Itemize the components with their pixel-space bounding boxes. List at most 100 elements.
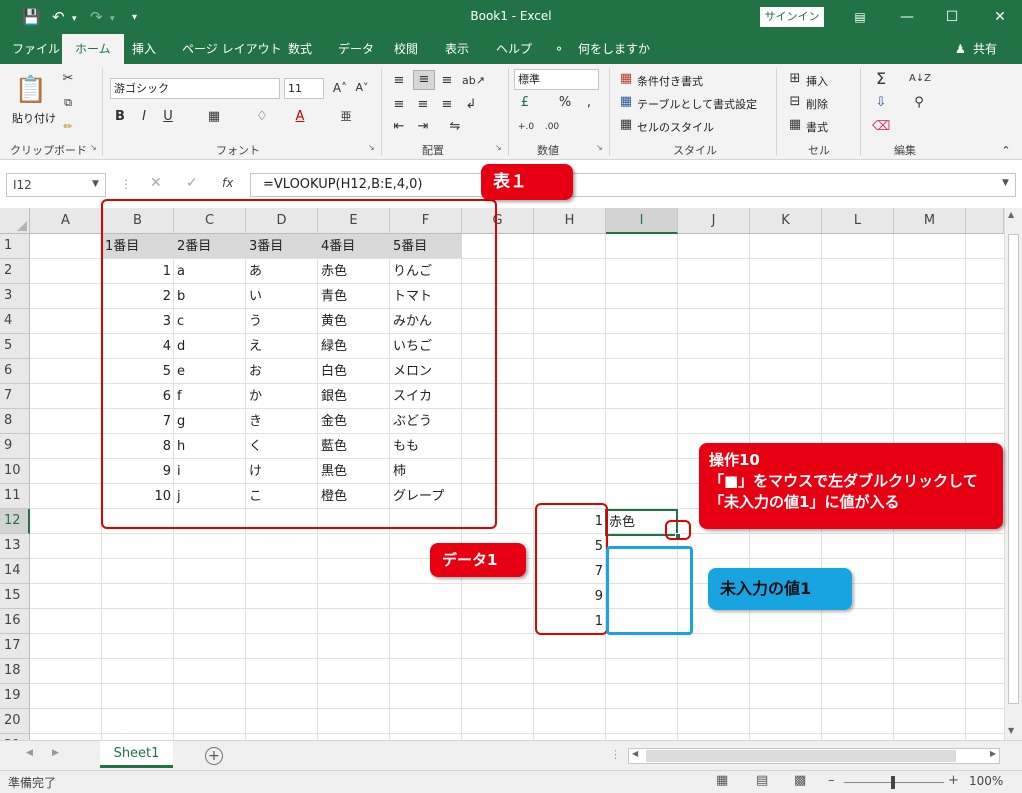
align-middle-icon[interactable]: ≡ <box>413 70 435 90</box>
column-header-h[interactable]: H <box>534 208 606 234</box>
shrink-font-icon[interactable]: A˅ <box>352 79 372 97</box>
row-header-7[interactable]: 7 <box>0 384 30 409</box>
zoom-level[interactable]: 100% <box>969 774 1003 788</box>
format-painter-icon[interactable]: ✏ <box>60 118 76 136</box>
column-header-m[interactable]: M <box>894 208 966 234</box>
row-header-15[interactable]: 15 <box>0 584 30 609</box>
insert-cells-button[interactable]: 挿入 <box>806 73 828 89</box>
row-header-3[interactable]: 3 <box>0 284 30 309</box>
conditional-formatting-button[interactable]: 条件付き書式 <box>637 73 703 89</box>
row-header-2[interactable]: 2 <box>0 259 30 284</box>
column-header-i[interactable]: I <box>606 208 678 234</box>
fill-color-icon[interactable]: ♢ <box>254 108 270 126</box>
clipboard-launcher-icon[interactable]: ↘ <box>90 143 97 152</box>
row-header-1[interactable]: 1 <box>0 234 30 259</box>
name-box-dropdown-icon[interactable]: ▼ <box>92 179 99 189</box>
column-header-j[interactable]: J <box>678 208 750 234</box>
tab-data[interactable]: データ <box>338 34 374 64</box>
maximize-icon[interactable]: ☐ <box>937 6 967 28</box>
delete-cells-icon[interactable]: ⊟ <box>787 93 803 111</box>
cancel-icon[interactable]: ✕ <box>150 175 162 191</box>
zoom-in-icon[interactable]: + <box>948 773 959 788</box>
row-header-16[interactable]: 16 <box>0 609 30 634</box>
tab-split-icon[interactable]: ⋮ <box>610 748 621 761</box>
ribbon-display-icon[interactable]: ▤ <box>845 6 875 28</box>
increase-decimal-icon[interactable]: +.0 <box>516 118 536 136</box>
insert-cells-icon[interactable]: ⊞ <box>787 70 803 88</box>
row-header-6[interactable]: 6 <box>0 359 30 384</box>
tab-formulas[interactable]: 数式 <box>288 34 312 64</box>
row-header-14[interactable]: 14 <box>0 559 30 584</box>
font-launcher-icon[interactable]: ↘ <box>368 143 375 152</box>
zoom-slider-thumb[interactable] <box>891 776 895 789</box>
percent-icon[interactable]: % <box>556 94 574 112</box>
zoom-out-icon[interactable]: – <box>828 773 835 788</box>
row-header-11[interactable]: 11 <box>0 484 30 509</box>
collapse-ribbon-icon[interactable]: ⌃ <box>998 142 1014 160</box>
row-header-4[interactable]: 4 <box>0 309 30 334</box>
format-as-table-icon[interactable]: ▦ <box>618 93 634 111</box>
row-header-17[interactable]: 17 <box>0 634 30 659</box>
alignment-launcher-icon[interactable]: ↘ <box>495 143 502 152</box>
tab-file[interactable]: ファイル <box>12 34 60 64</box>
clear-icon[interactable]: ⌫ <box>872 118 890 136</box>
sort-filter-icon[interactable]: A↓Z <box>908 70 932 88</box>
name-box[interactable]: I12 <box>6 173 106 197</box>
vertical-scroll-thumb[interactable] <box>1008 234 1019 704</box>
grow-font-icon[interactable]: A˄ <box>330 79 350 97</box>
horizontal-scroll-thumb[interactable] <box>646 750 956 762</box>
bold-icon[interactable]: B <box>112 108 128 126</box>
column-header-k[interactable]: K <box>750 208 822 234</box>
autosum-icon[interactable]: Σ <box>872 70 890 88</box>
cell-styles-icon[interactable]: ▦ <box>618 116 634 134</box>
column-header-l[interactable]: L <box>822 208 894 234</box>
copy-icon[interactable]: ⧉ <box>60 94 76 112</box>
italic-icon[interactable]: I <box>136 108 152 126</box>
merge-center-icon[interactable]: ⇋ <box>446 118 464 136</box>
paste-icon[interactable]: 📋 <box>14 72 48 108</box>
row-header-5[interactable]: 5 <box>0 334 30 359</box>
tab-review[interactable]: 校閲 <box>394 34 418 64</box>
minimize-icon[interactable]: — <box>892 6 922 28</box>
close-icon[interactable]: ✕ <box>985 6 1015 28</box>
wrap-text-icon[interactable]: ↲ <box>462 96 480 114</box>
decrease-indent-icon[interactable]: ⇤ <box>390 118 408 136</box>
cut-icon[interactable]: ✂ <box>60 70 76 88</box>
fill-icon[interactable]: ⇩ <box>872 94 890 112</box>
scroll-down-icon[interactable]: ▼ <box>1008 726 1014 735</box>
format-cells-icon[interactable]: ▦ <box>787 116 803 134</box>
scroll-right-icon[interactable]: ▶ <box>990 749 996 758</box>
tab-help[interactable]: ヘルプ <box>496 34 532 64</box>
next-sheet-icon[interactable]: ▶ <box>52 748 59 758</box>
align-right-icon[interactable]: ≡ <box>438 96 456 114</box>
row-header-9[interactable]: 9 <box>0 434 30 459</box>
comma-icon[interactable]: , <box>582 94 596 112</box>
formula-input[interactable]: =VLOOKUP(H12,B:E,4,0) <box>250 173 1016 197</box>
tab-insert[interactable]: 挿入 <box>132 34 156 64</box>
scroll-up-icon[interactable]: ▲ <box>1008 210 1014 219</box>
decrease-decimal-icon[interactable]: .00 <box>542 118 562 136</box>
orientation-icon[interactable]: ab↗ <box>462 72 485 90</box>
enter-icon[interactable]: ✓ <box>186 175 198 191</box>
normal-view-icon[interactable]: ▦ <box>716 773 728 788</box>
row-header-20[interactable]: 20 <box>0 709 30 734</box>
add-sheet-icon[interactable]: + <box>205 747 223 765</box>
font-name-select[interactable]: 游ゴシック <box>110 78 280 99</box>
format-as-table-button[interactable]: テーブルとして書式設定 <box>637 96 757 112</box>
column-header-partial[interactable] <box>966 208 1004 234</box>
cell-styles-button[interactable]: セルのスタイル <box>637 119 714 135</box>
accounting-format-icon[interactable]: £ <box>516 94 534 112</box>
format-cells-button[interactable]: 書式 <box>806 119 828 135</box>
row-header-18[interactable]: 18 <box>0 659 30 684</box>
borders-icon[interactable]: ▦ <box>206 108 222 126</box>
font-size-select[interactable]: 11 <box>284 78 324 99</box>
row-header-19[interactable]: 19 <box>0 684 30 709</box>
signin-button[interactable]: サインイン <box>760 7 824 27</box>
tab-view[interactable]: 表示 <box>445 34 469 64</box>
row-header-8[interactable]: 8 <box>0 409 30 434</box>
share-button[interactable]: 共有 <box>973 34 997 64</box>
align-center-icon[interactable]: ≡ <box>414 96 432 114</box>
expand-formula-icon[interactable]: ▼ <box>1002 178 1009 188</box>
number-launcher-icon[interactable]: ↘ <box>596 143 603 152</box>
sheet-tab-sheet1[interactable]: Sheet1 <box>100 741 173 768</box>
